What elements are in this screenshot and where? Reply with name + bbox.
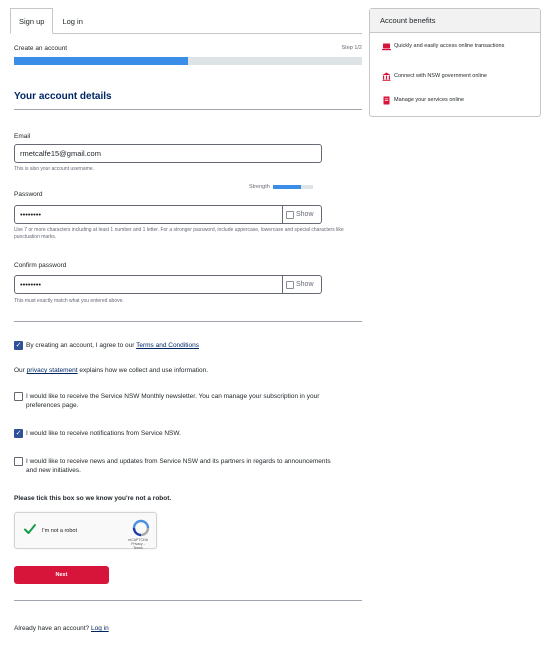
- benefit-item: Quickly and easily access online transac…: [382, 42, 532, 51]
- show-label: Show: [296, 281, 314, 288]
- login-link[interactable]: Log in: [91, 625, 109, 632]
- show-label: Show: [296, 211, 314, 218]
- strength-meter-fill: [272, 185, 301, 189]
- progress-step: Step 1/2: [341, 45, 363, 51]
- government-building-icon: [382, 72, 391, 81]
- notifications-text: I would like to receive notifications fr…: [26, 430, 181, 437]
- divider: [14, 321, 362, 322]
- confirm-show-toggle[interactable]: Show: [283, 275, 322, 294]
- password-strength: Strength: [249, 184, 313, 190]
- account-benefits-panel: Account benefits Quickly and easily acce…: [369, 8, 541, 117]
- divider: [14, 109, 362, 110]
- notifications-checkbox[interactable]: ✓: [14, 429, 23, 438]
- progress-bar: [14, 57, 362, 65]
- benefit-text: Quickly and easily access online transac…: [394, 43, 505, 49]
- signup-form: Sign up Log in Create an account Step 1/…: [10, 8, 362, 632]
- progress-header: Create an account Step 1/2: [14, 45, 362, 52]
- newsletter-checkbox[interactable]: [14, 392, 23, 401]
- robot-prompt: Please tick this box so we know you're n…: [14, 495, 172, 502]
- progress-fill: [14, 57, 188, 65]
- benefit-item: Manage your services online: [382, 96, 532, 105]
- email-label: Email: [14, 133, 31, 140]
- privacy-link[interactable]: privacy statement: [27, 367, 78, 374]
- login-prompt: Already have an account? Log in: [14, 625, 109, 632]
- benefit-item: Connect with NSW government online: [382, 72, 532, 81]
- captcha-brand-links[interactable]: Privacy - Terms: [126, 542, 150, 550]
- password-show-toggle[interactable]: Show: [283, 205, 322, 224]
- email-field[interactable]: rmetcalfe15@gmail.com: [14, 144, 322, 163]
- email-help: This is also your account username.: [14, 166, 95, 172]
- captcha-label: I'm not a robot: [42, 528, 77, 534]
- login-prompt-text: Already have an account?: [14, 625, 91, 632]
- laptop-icon: [382, 43, 391, 51]
- terms-text: By creating an account, I agree to our T…: [26, 341, 199, 350]
- notifications-option: ✓ I would like to receive notifications …: [14, 429, 334, 438]
- news-updates-checkbox[interactable]: [14, 457, 23, 466]
- password-field[interactable]: ••••••••: [14, 205, 283, 224]
- progress-label: Create an account: [14, 45, 68, 52]
- next-button[interactable]: Next: [14, 566, 109, 584]
- benefits-title: Account benefits: [370, 9, 540, 33]
- show-checkbox[interactable]: [286, 280, 294, 289]
- terms-prefix: By creating an account, I agree to our: [26, 342, 137, 349]
- recaptcha-widget: I'm not a robot reCAPTCHA Privacy - Term…: [14, 512, 157, 550]
- strength-meter: [272, 185, 313, 189]
- benefit-text: Manage your services online: [394, 97, 465, 103]
- news-updates-text: I would like to receive news and updates…: [26, 458, 331, 474]
- newsletter-text: I would like to receive the Service NSW …: [26, 393, 320, 409]
- strength-label: Strength: [249, 184, 270, 190]
- confirm-password-label: Confirm password: [14, 262, 67, 269]
- tab-sign-up[interactable]: Sign up: [10, 8, 54, 34]
- confirm-help: This must exactly match what you entered…: [14, 298, 124, 304]
- terms-row: ✓ By creating an account, I agree to our…: [14, 341, 334, 350]
- tab-bar: Sign up Log in: [10, 8, 362, 34]
- checkmark-icon[interactable]: [23, 522, 37, 536]
- password-label: Password: [14, 191, 43, 198]
- recaptcha-logo-icon: [132, 519, 150, 537]
- show-checkbox[interactable]: [286, 210, 294, 219]
- privacy-prefix: Our: [14, 367, 27, 374]
- page-title: Your account details: [14, 91, 112, 102]
- terms-link[interactable]: Terms and Conditions: [136, 342, 199, 349]
- terms-checkbox[interactable]: ✓: [14, 341, 23, 350]
- news-updates-option: I would like to receive news and updates…: [14, 457, 334, 475]
- captcha-brand: reCAPTCHA Privacy - Terms: [126, 538, 150, 550]
- newsletter-option: I would like to receive the Service NSW …: [14, 392, 334, 410]
- document-icon: [383, 96, 390, 105]
- password-help: Use 7 or more characters including at le…: [14, 227, 344, 240]
- benefit-text: Connect with NSW government online: [394, 73, 487, 79]
- tab-log-in[interactable]: Log in: [53, 8, 91, 33]
- divider: [14, 600, 362, 601]
- confirm-password-field[interactable]: ••••••••: [14, 275, 283, 294]
- privacy-text: Our privacy statement explains how we co…: [14, 367, 208, 374]
- privacy-suffix: explains how we collect and use informat…: [77, 367, 209, 374]
